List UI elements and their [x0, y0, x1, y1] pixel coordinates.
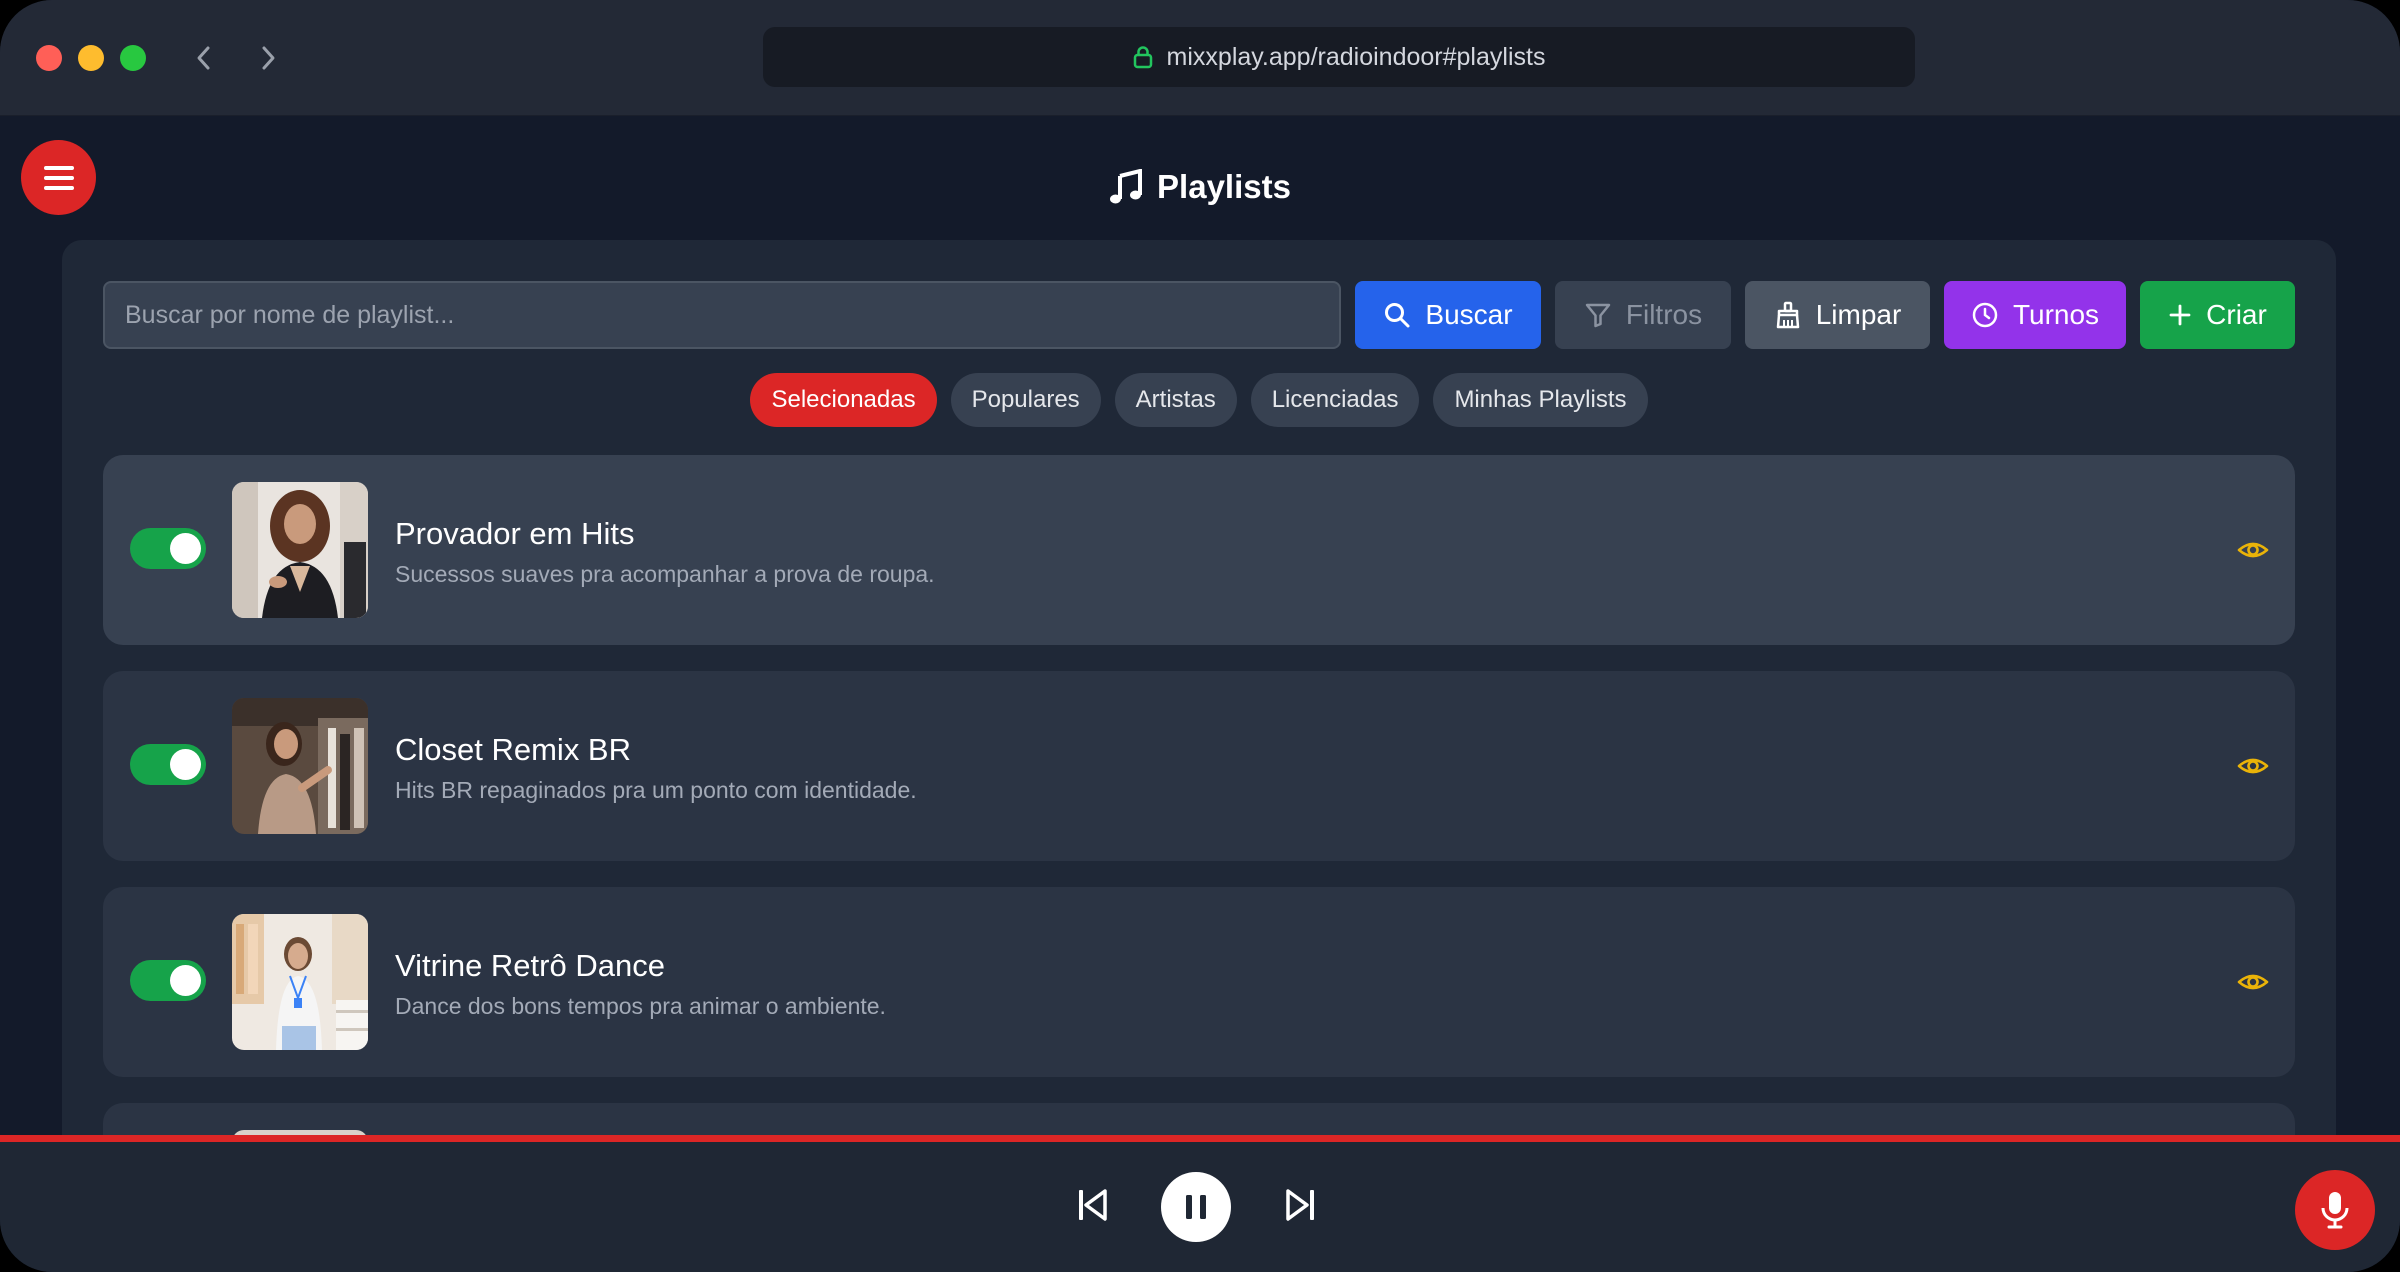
search-input[interactable] [103, 281, 1341, 349]
tab-populares[interactable]: Populares [950, 373, 1101, 427]
pause-icon [1186, 1195, 1206, 1219]
tab-selecionadas[interactable]: Selecionadas [750, 373, 937, 427]
skip-previous-icon [1079, 1189, 1107, 1221]
tab-minhas-playlists[interactable]: Minhas Playlists [1433, 373, 1648, 427]
create-button-label: Criar [2206, 299, 2267, 330]
playlist-toggle[interactable] [130, 744, 206, 785]
funnel-icon [1585, 303, 1611, 328]
eye-icon[interactable] [2237, 966, 2269, 998]
playlist-description: Dance dos bons tempos pra animar o ambie… [395, 993, 886, 1019]
music-note-icon [1110, 169, 1143, 204]
chevron-right-icon [262, 46, 275, 70]
playlist-row[interactable] [103, 1103, 2295, 1138]
toggle-knob [170, 965, 201, 996]
playlist-row[interactable]: Provador em Hits Sucessos suaves pra aco… [103, 455, 2295, 645]
chevron-left-icon [197, 46, 210, 70]
playlist-row[interactable]: Closet Remix BR Hits BR repaginados pra … [103, 671, 2295, 861]
shifts-button-label: Turnos [2012, 299, 2100, 330]
create-button[interactable]: Criar [2140, 281, 2295, 349]
search-toolbar: Buscar Filtros Limpar Turnos Criar [103, 281, 2295, 349]
playlist-title: Closet Remix BR [395, 732, 631, 767]
browser-window: mixxplay.app/radioindoor#playlists Playl… [0, 0, 2400, 1272]
search-button[interactable]: Buscar [1355, 281, 1541, 349]
url-text: mixxplay.app/radioindoor#playlists [1166, 42, 1546, 71]
search-button-label: Buscar [1425, 299, 1513, 330]
toggle-knob [170, 533, 201, 564]
clock-icon [1972, 302, 1998, 328]
broom-icon [1776, 301, 1799, 329]
playlists-panel: Buscar Filtros Limpar Turnos Criar [62, 240, 2336, 1138]
next-button[interactable] [1282, 1185, 1320, 1225]
clear-button[interactable]: Limpar [1745, 281, 1930, 349]
playlist-toggle[interactable] [130, 528, 206, 569]
search-icon [1385, 303, 1410, 328]
microphone-button[interactable] [2295, 1170, 2375, 1250]
player-bar [0, 1142, 2400, 1272]
maximize-window-button[interactable] [120, 45, 146, 71]
microphone-icon [2321, 1192, 2349, 1229]
back-button[interactable] [186, 40, 222, 76]
playlist-cover [232, 482, 368, 618]
tab-artistas[interactable]: Artistas [1114, 373, 1237, 427]
playlist-title: Provador em Hits [395, 516, 635, 551]
playlist-description: Sucessos suaves pra acompanhar a prova d… [395, 561, 935, 587]
playlist-cover [232, 914, 368, 1050]
playlist-list: Provador em Hits Sucessos suaves pra aco… [103, 455, 2295, 1138]
eye-icon[interactable] [2237, 534, 2269, 566]
skip-next-icon [1286, 1189, 1314, 1221]
plus-icon [2169, 304, 2191, 326]
pause-button[interactable] [1161, 1172, 1231, 1242]
page-title-text: Playlists [1157, 168, 1291, 205]
shifts-button[interactable]: Turnos [1944, 281, 2126, 349]
previous-button[interactable] [1073, 1185, 1111, 1225]
app-content: Playlists Buscar Filtros Limpar [0, 116, 2400, 1138]
page-title: Playlists [0, 168, 2400, 206]
address-bar[interactable]: mixxplay.app/radioindoor#playlists [763, 27, 1915, 87]
clear-button-label: Limpar [1815, 299, 1902, 330]
tab-licenciadas[interactable]: Licenciadas [1250, 373, 1420, 427]
close-window-button[interactable] [36, 45, 62, 71]
playlist-row[interactable]: Vitrine Retrô Dance Dance dos bons tempo… [103, 887, 2295, 1077]
eye-icon[interactable] [2237, 750, 2269, 782]
toggle-knob [170, 749, 201, 780]
filters-button-label: Filtros [1625, 299, 1703, 330]
playlist-cover [232, 698, 368, 834]
playback-progress-bar[interactable] [0, 1135, 2400, 1142]
playlist-toggle[interactable] [130, 960, 206, 1001]
category-tabs: Selecionadas Populares Artistas Licencia… [62, 373, 2336, 427]
lock-icon [1133, 46, 1152, 69]
playlist-title: Vitrine Retrô Dance [395, 948, 665, 983]
minimize-window-button[interactable] [78, 45, 104, 71]
filters-button[interactable]: Filtros [1555, 281, 1731, 349]
browser-toolbar: mixxplay.app/radioindoor#playlists [0, 0, 2400, 116]
forward-button[interactable] [250, 40, 286, 76]
playlist-description: Hits BR repaginados pra um ponto com ide… [395, 777, 917, 803]
